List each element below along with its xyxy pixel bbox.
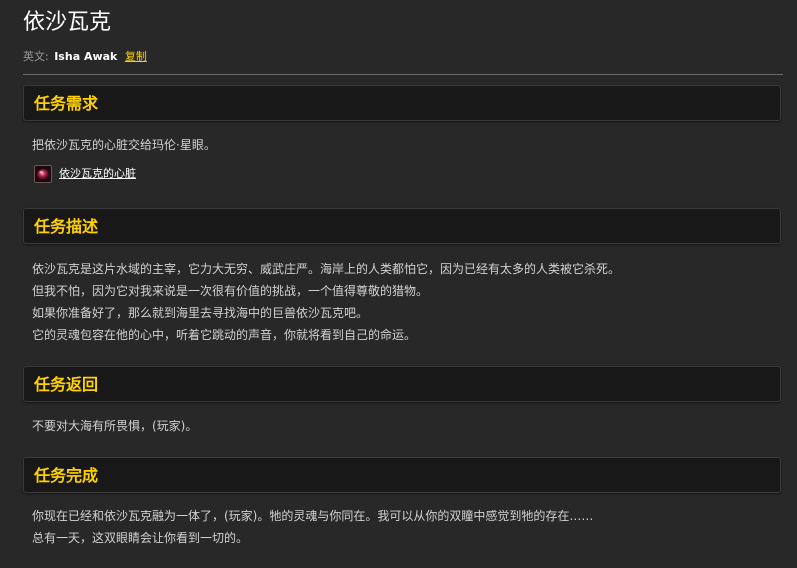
completion-line: 总有一天，这双眼睛会让你看到一切的。 xyxy=(32,531,249,545)
progress-text: 不要对大海有所畏惧，(玩家)。 xyxy=(32,419,198,433)
completion-text: 你现在已经和依沙瓦克融为一体了，(玩家)。牠的灵魂与你同在。我可以从你的双瞳中感… xyxy=(32,505,593,549)
description-line: 如果你准备好了，那么就到海里去寻找海中的巨兽依沙瓦克吧。 xyxy=(32,306,369,320)
title-divider xyxy=(23,74,783,75)
requirements-header: 任务需求 xyxy=(23,85,781,121)
description-line: 它的灵魂包容在他的心中，听着它跳动的声音，你就将看到自己的命运。 xyxy=(32,328,417,342)
requirements-text: 把依沙瓦克的心脏交给玛伦·星眼。 xyxy=(32,138,216,152)
reward-item-link[interactable]: 依沙瓦克的心脏 xyxy=(34,164,136,184)
english-name-row: 英文: Isha Awak 复制 xyxy=(23,49,147,65)
description-header: 任务描述 xyxy=(23,208,781,244)
completion-header: 任务完成 xyxy=(23,457,781,493)
description-heading: 任务描述 xyxy=(34,217,99,236)
reward-item-name: 依沙瓦克的心脏 xyxy=(59,167,136,180)
english-label: 英文: xyxy=(23,50,49,63)
copy-link[interactable]: 复制 xyxy=(125,50,147,63)
progress-header: 任务返回 xyxy=(23,366,781,402)
requirements-heading: 任务需求 xyxy=(34,94,99,113)
heart-item-icon xyxy=(34,165,52,183)
quest-page: 依沙瓦克 英文: Isha Awak 复制 任务需求 把依沙瓦克的心脏交给玛伦·… xyxy=(0,0,797,568)
description-text: 依沙瓦克是这片水域的主宰，它力大无穷、威武庄严。海岸上的人类都怕它，因为已经有太… xyxy=(32,258,620,346)
description-line: 依沙瓦克是这片水域的主宰，它力大无穷、威武庄严。海岸上的人类都怕它，因为已经有太… xyxy=(32,262,621,276)
progress-heading: 任务返回 xyxy=(34,375,99,394)
page-title: 依沙瓦克 xyxy=(23,10,112,35)
completion-heading: 任务完成 xyxy=(34,466,99,485)
completion-line: 你现在已经和依沙瓦克融为一体了，(玩家)。牠的灵魂与你同在。我可以从你的双瞳中感… xyxy=(32,509,594,523)
english-name: Isha Awak xyxy=(54,50,118,63)
description-line: 但我不怕，因为它对我来说是一次很有价值的挑战，一个值得尊敬的猎物。 xyxy=(32,284,429,298)
